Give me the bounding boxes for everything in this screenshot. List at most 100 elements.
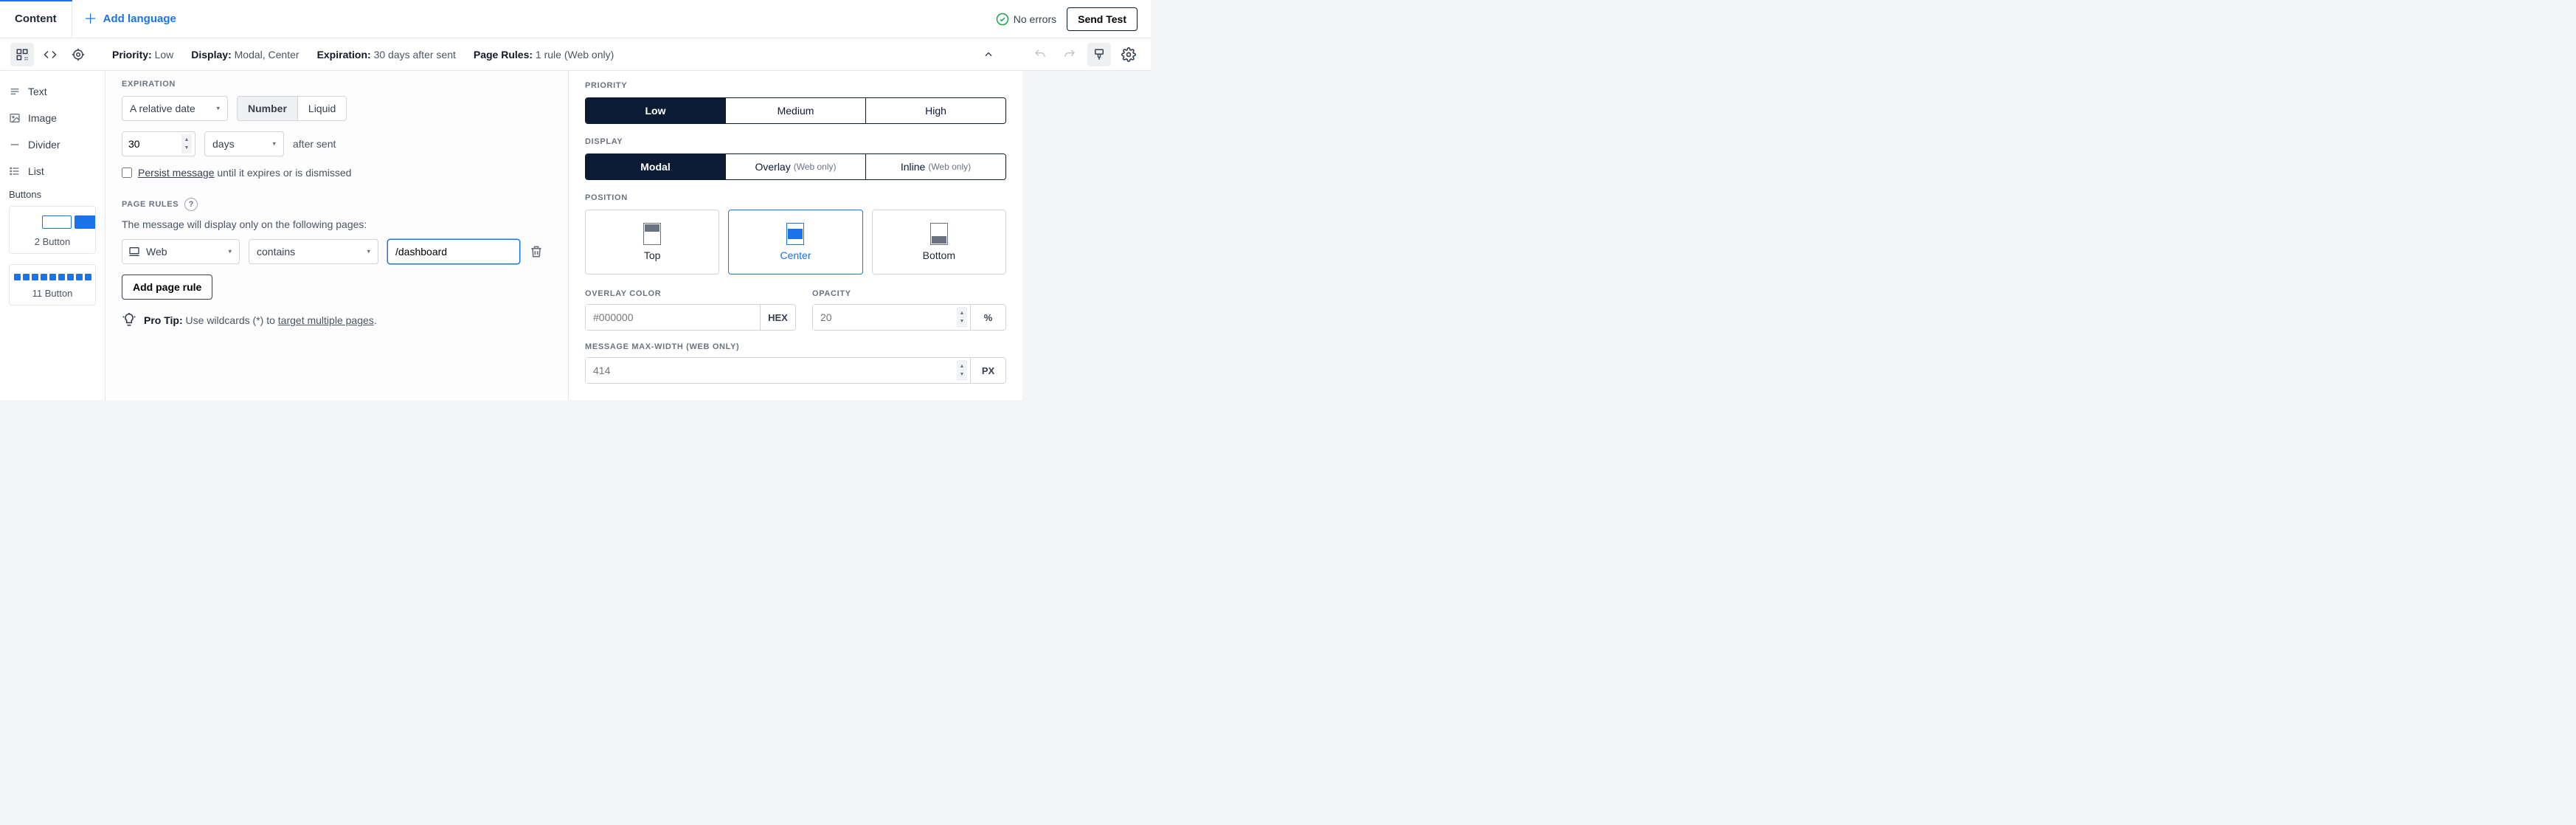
format-number-option[interactable]: Number xyxy=(238,97,298,120)
priority-high-option[interactable]: High xyxy=(865,98,1005,123)
sidebar-item-divider[interactable]: Divider xyxy=(9,131,96,158)
display-label: DISPLAY xyxy=(585,137,1006,146)
select-value: Web xyxy=(146,246,167,258)
overlay-color-input[interactable]: HEX xyxy=(585,304,796,331)
select-value: days xyxy=(212,138,235,150)
expiration-unit-select[interactable]: days xyxy=(204,131,284,156)
max-width-label: MESSAGE MAX-WIDTH (WEB ONLY) xyxy=(585,342,1006,351)
sidebar-item-text[interactable]: Text xyxy=(9,78,96,105)
lightbulb-icon xyxy=(122,313,136,328)
display-modal-option[interactable]: Modal xyxy=(586,154,725,179)
target-tool-button[interactable] xyxy=(66,43,90,66)
layout-icon xyxy=(15,48,29,61)
collapse-panel-button[interactable] xyxy=(977,43,1000,66)
send-test-button[interactable]: Send Test xyxy=(1067,7,1138,31)
max-width-field[interactable] xyxy=(586,358,970,383)
position-preview-icon xyxy=(930,223,948,245)
block-caption: 2 Button xyxy=(13,236,92,247)
sidebar-item-list[interactable]: List xyxy=(9,158,96,184)
position-top-option[interactable]: Top xyxy=(585,210,719,275)
select-value: contains xyxy=(257,246,295,258)
undo-icon xyxy=(1033,48,1047,61)
expiration-label: EXPIRATION xyxy=(122,80,552,89)
display-settings-panel: PRIORITY Low Medium High DISPLAY Modal O… xyxy=(569,71,1022,400)
add-page-rule-button[interactable]: Add page rule xyxy=(122,275,212,300)
sidebar-item-label: List xyxy=(28,165,44,177)
list-icon xyxy=(9,165,21,177)
position-preview-icon xyxy=(643,223,661,245)
summary-items: Priority: Low Display: Modal, Center Exp… xyxy=(103,49,614,61)
check-circle-icon xyxy=(996,13,1009,26)
priority-medium-option[interactable]: Medium xyxy=(725,98,865,123)
two-button-block[interactable]: 2 Button xyxy=(9,206,96,254)
expiration-date-type-select[interactable]: A relative date xyxy=(122,96,228,121)
priority-label: PRIORITY xyxy=(585,81,1006,90)
page-rules-description: The message will display only on the fol… xyxy=(122,218,552,230)
match-select[interactable]: contains xyxy=(249,239,378,264)
overlay-color-label: OVERLAY COLOR xyxy=(585,289,796,298)
undo-button[interactable] xyxy=(1028,43,1052,66)
max-width-input[interactable]: ▲▼ PX xyxy=(585,357,1006,384)
redo-button[interactable] xyxy=(1058,43,1081,66)
stepper-icon[interactable]: ▲▼ xyxy=(957,307,967,328)
code-icon xyxy=(44,48,57,61)
display-overlay-option[interactable]: Overlay (Web only) xyxy=(725,154,865,179)
persist-message-label: Persist message until it expires or is d… xyxy=(138,167,351,179)
buttons-section-label: Buttons xyxy=(9,184,96,206)
style-tool-button[interactable] xyxy=(1087,43,1111,66)
priority-segment: Low Medium High xyxy=(585,97,1006,124)
expiration-page-rules-panel: EXPIRATION A relative date Number Liquid… xyxy=(105,71,569,400)
format-segment: Number Liquid xyxy=(237,96,347,121)
mini-button-outline xyxy=(42,215,72,229)
tab-content[interactable]: Content xyxy=(0,0,72,38)
persist-message-checkbox[interactable] xyxy=(122,168,132,178)
display-inline-option[interactable]: Inline (Web only) xyxy=(865,154,1005,179)
position-center-option[interactable]: Center xyxy=(728,210,862,275)
after-sent-text: after sent xyxy=(293,138,336,150)
pro-tip: Pro Tip: Use wildcards (*) to target mul… xyxy=(122,313,552,328)
path-input[interactable] xyxy=(387,239,520,264)
target-icon xyxy=(72,48,85,61)
settings-button[interactable] xyxy=(1117,43,1140,66)
stepper-icon[interactable]: ▲▼ xyxy=(957,360,967,381)
image-icon xyxy=(9,112,21,124)
brush-icon xyxy=(1093,48,1106,61)
position-options: Top Center Bottom xyxy=(585,210,1006,275)
opacity-input[interactable]: ▲▼ % xyxy=(812,304,1006,331)
platform-select[interactable]: Web xyxy=(122,239,240,264)
hex-unit: HEX xyxy=(760,305,795,330)
block-caption: 11 Button xyxy=(13,288,92,299)
percent-unit: % xyxy=(970,305,1005,330)
sidebar-item-label: Text xyxy=(28,86,47,97)
overlay-color-field[interactable] xyxy=(586,305,760,330)
priority-low-option[interactable]: Low xyxy=(586,98,725,123)
sidebar-item-label: Image xyxy=(28,112,57,124)
expiration-amount-field[interactable] xyxy=(128,138,173,150)
position-bottom-option[interactable]: Bottom xyxy=(872,210,1006,275)
text-icon xyxy=(9,86,21,97)
position-label: POSITION xyxy=(585,193,1006,202)
trash-icon[interactable] xyxy=(529,244,544,259)
sidebar-item-image[interactable]: Image xyxy=(9,105,96,131)
layout-tool-button[interactable] xyxy=(10,43,34,66)
main-area: Text Image Divider List Buttons 2 Butto xyxy=(0,71,1022,400)
code-tool-button[interactable] xyxy=(38,43,62,66)
eleven-button-block[interactable]: 11 Button xyxy=(9,264,96,306)
expiration-amount-input[interactable]: ▲▼ xyxy=(122,131,195,156)
help-icon[interactable]: ? xyxy=(184,198,198,211)
format-liquid-option[interactable]: Liquid xyxy=(298,97,346,120)
px-unit: PX xyxy=(970,358,1005,383)
add-language-button[interactable]: ＋ Add language xyxy=(72,13,188,26)
desktop-icon xyxy=(128,246,140,258)
plus-icon: ＋ xyxy=(84,13,97,26)
opacity-field[interactable] xyxy=(813,305,970,330)
summary-bar: Priority: Low Display: Modal, Center Exp… xyxy=(0,38,1151,71)
divider-icon xyxy=(9,139,21,151)
no-errors-label: No errors xyxy=(1014,13,1056,25)
sidebar-item-label: Divider xyxy=(28,139,60,151)
target-multiple-pages-link[interactable]: target multiple pages xyxy=(278,314,374,326)
tab-content-label: Content xyxy=(15,13,57,25)
mini-button-fill xyxy=(75,215,96,229)
position-preview-icon xyxy=(786,223,804,245)
stepper-icon[interactable]: ▲▼ xyxy=(181,134,192,153)
